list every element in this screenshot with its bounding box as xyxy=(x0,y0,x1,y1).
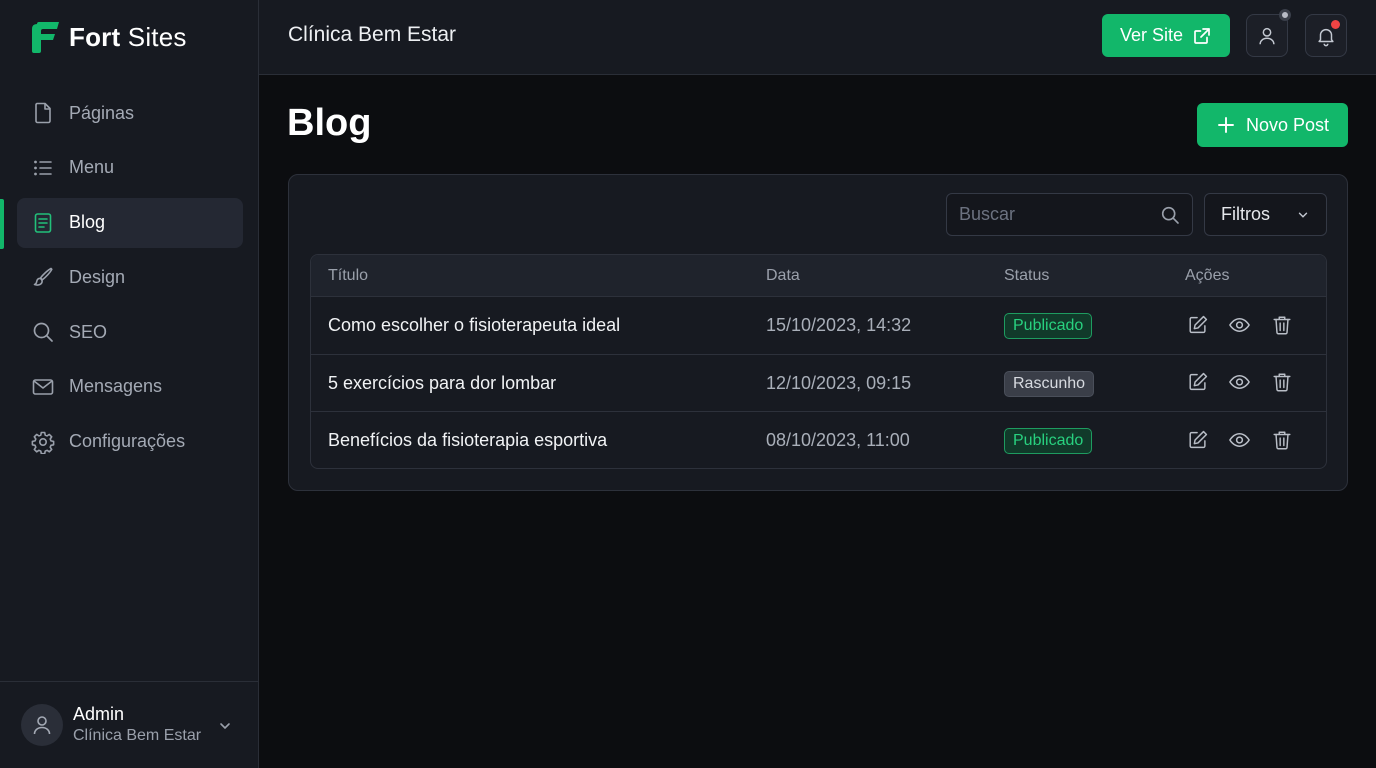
avatar xyxy=(21,704,63,746)
notification-dot xyxy=(1331,20,1340,29)
site-title: Clínica Bem Estar xyxy=(288,23,457,46)
filters-dropdown[interactable]: Filtros xyxy=(1204,193,1327,236)
column-header-status[interactable]: Status xyxy=(1004,267,1049,285)
post-title[interactable]: 5 exercícios para dor lombar xyxy=(328,373,556,394)
post-title[interactable]: Benefícios da fisioterapia esportiva xyxy=(328,430,607,451)
active-indicator xyxy=(0,199,4,249)
table-row[interactable]: Como escolher o fisioterapeuta ideal 15/… xyxy=(311,297,1326,355)
sidebar-item-label: Páginas xyxy=(69,102,135,123)
sidebar-item-paginas[interactable]: Páginas xyxy=(17,88,243,138)
eye-icon[interactable] xyxy=(1228,371,1251,394)
plus-icon xyxy=(1216,115,1236,135)
edit-icon[interactable] xyxy=(1186,313,1209,336)
sidebar-item-blog[interactable]: Blog xyxy=(17,197,243,248)
column-header-actions: Ações xyxy=(1185,267,1230,284)
sidebar-item-label: Blog xyxy=(69,212,106,232)
eye-icon[interactable] xyxy=(1228,313,1251,336)
posts-table: Título Data Status Ações Como escolher o… xyxy=(310,254,1327,469)
table-row[interactable]: Benefícios da fisioterapia esportiva 08/… xyxy=(311,412,1326,468)
file-icon xyxy=(31,101,55,125)
fort-sites-logo-icon xyxy=(31,20,61,54)
brand-name-bold: Fort xyxy=(69,21,121,52)
eye-icon[interactable] xyxy=(1228,428,1251,451)
post-date: 12/10/2023, 09:15 xyxy=(766,372,912,393)
user-info: Admin Clínica Bem Estar xyxy=(73,703,201,747)
notifications-button[interactable] xyxy=(1305,14,1347,57)
user-name: Admin xyxy=(73,704,125,724)
sidebar: Fort Sites Páginas Menu Blog Design SEO … xyxy=(0,0,259,768)
list-icon xyxy=(31,156,55,180)
edit-icon[interactable] xyxy=(1186,371,1209,394)
user-icon xyxy=(1259,27,1275,44)
trash-icon[interactable] xyxy=(1270,428,1293,451)
sidebar-item-design[interactable]: Design xyxy=(17,252,243,302)
status-badge: Publicado xyxy=(1004,313,1093,339)
sidebar-item-menu[interactable]: Menu xyxy=(17,143,243,193)
chevron-down-icon xyxy=(1296,208,1310,222)
table-header: Título Data Status Ações xyxy=(311,255,1326,297)
top-header: Clínica Bem Estar Ver Site xyxy=(259,0,1376,75)
user-menu[interactable]: Admin Clínica Bem Estar xyxy=(0,681,258,768)
filters-label: Filtros xyxy=(1221,204,1270,224)
table-row[interactable]: 5 exercícios para dor lombar 12/10/2023,… xyxy=(311,355,1326,412)
sidebar-item-label: Design xyxy=(69,266,126,287)
post-date: 08/10/2023, 11:00 xyxy=(766,430,910,450)
gear-icon xyxy=(31,430,55,454)
document-text-icon xyxy=(31,211,55,235)
search-input[interactable] xyxy=(959,204,1139,225)
row-actions xyxy=(1186,428,1293,451)
user-icon xyxy=(33,716,51,735)
chevron-down-icon[interactable] xyxy=(217,718,233,734)
post-title[interactable]: Como escolher o fisioterapeuta ideal xyxy=(328,315,620,336)
column-header-date[interactable]: Data xyxy=(766,267,800,285)
mail-icon xyxy=(31,375,55,399)
sidebar-item-label: Mensagens xyxy=(69,376,163,397)
page-title: Blog xyxy=(287,102,372,144)
search-icon[interactable] xyxy=(1160,205,1180,225)
sidebar-item-label: Configurações xyxy=(69,431,186,451)
trash-icon[interactable] xyxy=(1270,371,1293,394)
brush-icon xyxy=(31,265,55,289)
brand-name: Fort Sites xyxy=(69,22,187,53)
new-post-label: Novo Post xyxy=(1245,114,1330,135)
row-actions xyxy=(1186,371,1293,394)
sidebar-item-seo[interactable]: SEO xyxy=(17,307,243,357)
sidebar-item-mensagens[interactable]: Mensagens xyxy=(17,362,243,412)
edit-icon[interactable] xyxy=(1186,428,1209,451)
search-icon xyxy=(31,320,55,344)
posts-card: Filtros Título Data Status Ações Como es… xyxy=(288,174,1348,491)
user-org: Clínica Bem Estar xyxy=(73,727,202,744)
post-date: 15/10/2023, 14:32 xyxy=(766,315,912,335)
sidebar-item-label: SEO xyxy=(69,321,108,342)
sidebar-nav: Páginas Menu Blog Design SEO Mensagens C… xyxy=(17,88,243,471)
sidebar-item-label: Menu xyxy=(69,157,115,178)
view-site-button[interactable]: Ver Site xyxy=(1102,14,1230,57)
profile-button[interactable] xyxy=(1246,9,1291,57)
search-box[interactable] xyxy=(946,193,1193,236)
status-dot xyxy=(1279,9,1291,21)
trash-icon[interactable] xyxy=(1270,313,1293,336)
new-post-button[interactable]: Novo Post xyxy=(1197,103,1348,147)
view-site-label: Ver Site xyxy=(1119,25,1184,45)
sidebar-item-configuracoes[interactable]: Configurações xyxy=(17,417,243,467)
status-badge: Rascunho xyxy=(1004,370,1095,397)
row-actions xyxy=(1186,313,1293,336)
brand-logo[interactable]: Fort Sites xyxy=(31,19,187,55)
brand-name-light: Sites xyxy=(127,21,187,52)
external-link-icon xyxy=(1192,26,1212,46)
status-badge: Publicado xyxy=(1004,428,1093,454)
column-header-title[interactable]: Título xyxy=(328,267,368,285)
